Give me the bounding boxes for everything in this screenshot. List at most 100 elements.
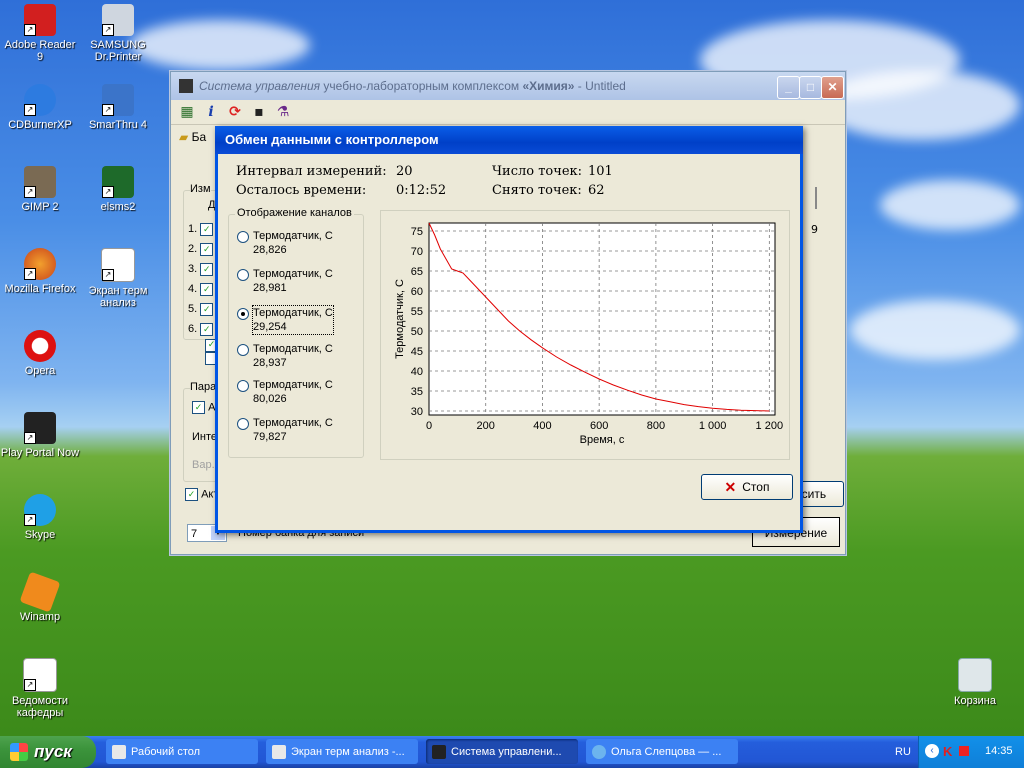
desktop-icon-cdburnerxp[interactable]: ↗ CDBurnerXP [0,84,80,131]
y-axis-label: Термодатчик, С [394,279,406,359]
play-portal-icon: ↗ [24,412,56,444]
icon-label: Экран терм анализ [88,285,148,309]
icon-label: GIMP 2 [21,201,59,213]
channel-row: 5. ✓ [188,299,214,319]
chevron-left-icon[interactable]: ‹ [925,744,939,758]
main-toolbar: ▦ i ⟳ ▪ ⚗ [171,100,845,125]
param-var-label: Вар. [192,459,215,471]
desktop-icon-gimp[interactable]: ↗ GIMP 2 [0,166,80,213]
icon-label: elsms2 [100,201,136,213]
x-tick-label: 800 [647,420,665,432]
channel-radio-2[interactable]: Термодатчик, С 28,981 [237,267,357,295]
opera-icon [24,330,56,362]
maximize-button[interactable]: □ [799,76,822,99]
channel-checkbox[interactable]: ✓ [200,262,214,276]
icon-label: SAMSUNG Dr.Printer [90,39,146,63]
desktop-icon-vedomosti[interactable]: ↗ Ведомости кафедры [0,658,80,719]
x-tick-label: 1 200 [756,420,784,432]
dialog-title[interactable]: Обмен данными с контроллером [215,126,803,154]
channel-checkbox[interactable]: ✓ [200,222,214,236]
slider-value: 9 [811,223,818,236]
icon-label: Opera [24,365,56,377]
skype-icon: ↗ [24,494,56,526]
radio-button[interactable] [237,344,249,356]
task-browser[interactable]: Ольга Слепцова — ... [586,739,738,764]
icon-label: Skype [24,529,56,541]
icon-label: Adobe Reader 9 [4,39,76,63]
radio-button[interactable] [237,231,249,243]
task-word-doc[interactable]: Экран терм анализ -... [266,739,418,764]
stop-button[interactable]: ✕ Стоп [701,474,793,500]
desktop-icon-skype[interactable]: ↗ Skype [0,494,80,541]
temperature-chart: 0 200 400 600 800 1 000 1 200 30 35 40 45 50 55 60 65 7… [394,222,784,446]
channel-radio-5[interactable]: Термодатчик, С 80,026 [237,378,357,406]
desktop-icon-firefox[interactable]: ↗ Mozilla Firefox [0,248,80,295]
printer-icon: ↗ [102,4,134,36]
desktop-icon-samsung-printer[interactable]: ↗ SAMSUNG Dr.Printer [78,4,158,63]
desktop-icon-recycle-bin[interactable]: Корзина [935,658,1015,707]
y-tick-label: 30 [411,406,423,418]
channel-checkbox[interactable]: ✓ [200,242,214,256]
firefox-icon: ↗ [24,248,56,280]
y-tick-label: 35 [411,386,423,398]
channel-row: 3. ✓ [188,259,214,279]
remaining-value: 0:12:52 [396,183,447,198]
y-tick-label: 50 [411,326,423,338]
start-button[interactable]: пуск [0,736,96,768]
channel-checkbox[interactable]: ✓ [200,282,214,296]
device-icon[interactable]: ⚗ [275,104,291,120]
minimize-button[interactable]: _ [777,76,800,99]
channel-checkbox[interactable]: ✓ [200,322,214,336]
icon-label: Play Portal Now [0,447,80,459]
clock: 14:35 [985,745,1013,757]
plot-area [428,222,776,416]
desktop-icon-word-doc[interactable]: ↗ Экран терм анализ [78,248,158,309]
taskbar: пуск Рабочий стол Экран терм анализ -...… [0,736,1024,768]
channels-legend: Отображение каналов [235,207,354,219]
auto-checkbox[interactable]: ✓ [185,488,198,501]
channel-radio-6[interactable]: Термодатчик, С 79,827 [237,416,357,444]
radio-button-selected[interactable] [237,308,249,320]
channel-radio-1[interactable]: Термодатчик, С 28,826 [237,229,357,257]
keyboard-icon[interactable]: ▦ [179,104,195,120]
channel-row: 4. ✓ [188,279,214,299]
x-axis-label: Время, с [580,434,625,446]
y-tick-label: 75 [411,226,423,238]
save-icon[interactable]: ▪ [251,104,267,120]
y-tick-label: 60 [411,286,423,298]
desktop-icon-opera[interactable]: Opera [0,330,80,377]
task-desktop[interactable]: Рабочий стол [106,739,258,764]
param-a: ✓ А [192,401,215,414]
info-icon[interactable]: i [203,104,219,120]
channel-radio-4[interactable]: Термодатчик, С 28,937 [237,342,357,370]
radio-button[interactable] [237,269,249,281]
channel-radio-3[interactable]: Термодатчик, С 29,254 [237,305,357,335]
desktop-icon-adobe-reader[interactable]: ↗ Adobe Reader 9 [0,4,80,63]
param-a-checkbox[interactable]: ✓ [192,401,205,414]
close-button[interactable]: ✕ [821,76,844,99]
taken-label: Снято точек: [492,183,582,198]
task-control-system[interactable]: Система управлени... [426,739,578,764]
language-indicator[interactable]: RU [895,746,911,758]
desktop-icon-elsms2[interactable]: ↗ elsms2 [78,166,158,213]
taken-value: 62 [588,183,605,198]
refresh-icon[interactable]: ⟳ [227,104,243,120]
channel-checkbox[interactable]: ✓ [200,302,214,316]
word-document-icon: ↗ [101,248,135,282]
desktop-icon-winamp[interactable]: Winamp [0,571,80,623]
channels-group: Отображение каналов Термодатчик, С 28,826… [228,207,364,458]
points-label: Число точек: [492,164,583,179]
tab-bank[interactable]: ▰ Ба [179,130,206,144]
main-window-titlebar[interactable]: Система управления учебно-лабораторным к… [171,72,845,100]
cloud [880,180,1020,230]
desktop-icon-play-portal[interactable]: ↗ Play Portal Now [0,412,80,459]
slider[interactable]: 9 [807,187,831,236]
interval-value: 20 [396,164,413,179]
desktop-icon-smarthru[interactable]: ↗ SmarThru 4 [78,84,158,131]
tray-app-icon[interactable] [959,746,969,756]
radio-button[interactable] [237,380,249,392]
param-interval-label: Инте [192,431,218,443]
y-tick-label: 70 [411,246,423,258]
radio-button[interactable] [237,418,249,430]
antivirus-icon[interactable]: K [943,744,952,759]
